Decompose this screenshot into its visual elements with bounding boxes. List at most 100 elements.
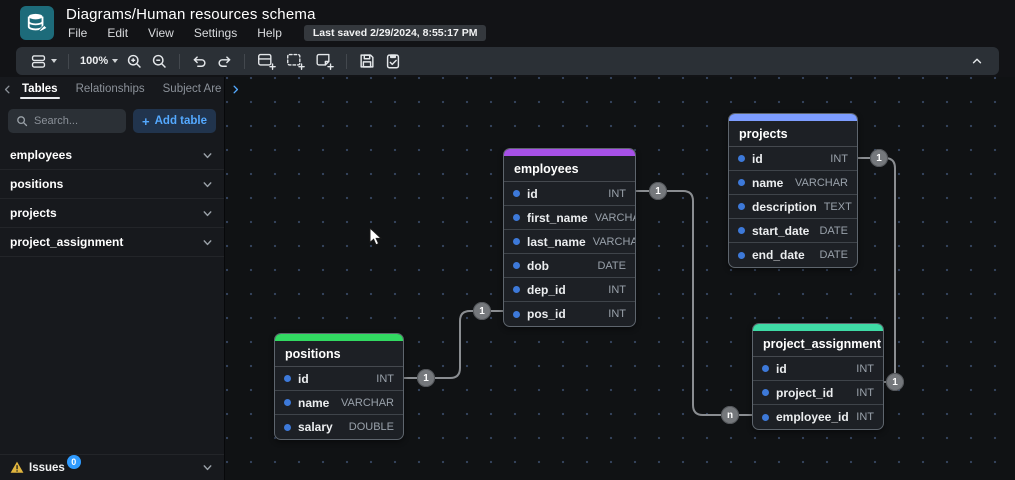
- collapse-header-button[interactable]: [965, 50, 989, 72]
- sidebar-tabbar: Tables Relationships Subject Are: [0, 77, 239, 101]
- add-table-button[interactable]: + Add table: [133, 109, 216, 133]
- chevron-right-icon: [233, 85, 239, 93]
- tabs-scroll-right-button[interactable]: [230, 80, 241, 98]
- field-row[interactable]: name VARCHAR: [729, 171, 857, 195]
- tab-relationships[interactable]: Relationships: [67, 80, 154, 98]
- add-note-icon: [314, 52, 335, 71]
- field-name: id: [298, 371, 309, 386]
- field-type: INT: [856, 411, 874, 423]
- field-type: VARCHAR: [795, 176, 848, 189]
- field-row[interactable]: last_name VARCHAR: [504, 230, 635, 254]
- chevron-down-icon: [203, 239, 212, 245]
- menu-view[interactable]: View: [140, 25, 182, 41]
- table-title: projects: [729, 121, 857, 147]
- field-row[interactable]: id INT: [753, 357, 883, 381]
- todo-list-button[interactable]: [380, 50, 406, 72]
- field-dot-icon: [284, 375, 291, 382]
- table-item-label: project_assignment: [10, 235, 124, 249]
- field-row[interactable]: description TEXT: [729, 195, 857, 219]
- table-card-project-assignment[interactable]: project_assignment id INT project_id INT e…: [752, 323, 884, 430]
- save-floppy-icon: [358, 52, 376, 70]
- field-row[interactable]: id INT: [275, 367, 403, 391]
- field-dot-icon: [513, 310, 520, 318]
- table-card-employees[interactable]: employees id INT first_name VARCHAR last_n…: [503, 148, 636, 327]
- add-table-toolbar-button[interactable]: [252, 50, 281, 72]
- diagram-canvas[interactable]: employees id INT first_name VARCHAR last_n…: [226, 77, 1015, 480]
- toolbar: 100%: [16, 47, 999, 75]
- tab-subject-areas[interactable]: Subject Are: [154, 80, 231, 98]
- menu-help[interactable]: Help: [249, 25, 290, 41]
- field-type: INT: [608, 283, 626, 296]
- zoom-in-button[interactable]: [122, 50, 147, 72]
- menu-edit[interactable]: Edit: [99, 25, 136, 41]
- sidebar: Tables Relationships Subject Are + Add t…: [0, 77, 239, 480]
- field-dot-icon: [738, 155, 745, 162]
- field-type: INT: [830, 152, 848, 165]
- diagram-menu-button[interactable]: [26, 50, 61, 72]
- sidebar-item-project-assignment[interactable]: project_assignment: [0, 228, 224, 257]
- add-subject-area-toolbar-button[interactable]: [281, 50, 310, 72]
- zoom-level-dropdown[interactable]: 100%: [76, 50, 122, 72]
- field-name: project_id: [776, 385, 834, 400]
- table-card-positions[interactable]: positions id INT name VARCHAR salary DOUBLE: [274, 333, 404, 440]
- field-row[interactable]: id INT: [504, 182, 635, 206]
- field-type: INT: [376, 372, 394, 385]
- table-item-label: positions: [10, 177, 64, 191]
- zoom-level-value: 100%: [80, 55, 109, 67]
- field-type: DATE: [819, 224, 848, 237]
- save-button[interactable]: [354, 50, 380, 72]
- field-type: INT: [856, 362, 874, 375]
- add-note-toolbar-button[interactable]: [310, 50, 339, 72]
- table-card-projects[interactable]: projects id INT name VARCHAR description TE…: [728, 113, 858, 268]
- field-row[interactable]: dep_id INT: [504, 278, 635, 302]
- field-row[interactable]: employee_id INT: [753, 405, 883, 429]
- field-row[interactable]: project_id INT: [753, 381, 883, 405]
- layout-list-icon: [30, 53, 47, 70]
- issues-count-badge: 0: [66, 455, 81, 469]
- issues-panel-toggle[interactable]: Issues 0: [0, 454, 224, 480]
- zoom-in-icon: [126, 53, 143, 70]
- field-name: last_name: [527, 234, 586, 249]
- sidebar-item-employees[interactable]: employees: [0, 141, 224, 170]
- menu-settings[interactable]: Settings: [186, 25, 245, 41]
- field-name: id: [752, 151, 763, 166]
- plus-icon: +: [142, 113, 150, 129]
- cardinality-badge: 1: [886, 373, 904, 391]
- add-table-icon: [256, 52, 277, 71]
- field-row[interactable]: name VARCHAR: [275, 391, 403, 415]
- field-type: VARCHAR: [592, 235, 635, 248]
- field-name: id: [527, 186, 538, 201]
- tab-tables[interactable]: Tables: [13, 80, 67, 99]
- chevron-down-icon: [201, 461, 214, 474]
- relationship-line-positions-employees[interactable]: [404, 310, 503, 379]
- field-row[interactable]: pos_id INT: [504, 302, 635, 326]
- redo-button[interactable]: [212, 50, 237, 72]
- table-item-label: projects: [10, 206, 57, 220]
- zoom-out-button[interactable]: [147, 50, 172, 72]
- field-row[interactable]: end_date DATE: [729, 243, 857, 267]
- field-dot-icon: [762, 413, 769, 421]
- cardinality-badge: 1: [417, 369, 435, 387]
- field-row[interactable]: id INT: [729, 147, 857, 171]
- table-accent-strip: [275, 334, 403, 341]
- add-subject-area-icon: [285, 52, 306, 71]
- field-dot-icon: [738, 227, 745, 234]
- field-row[interactable]: first_name VARCHAR: [504, 206, 635, 230]
- table-accent-strip: [729, 114, 857, 121]
- sidebar-table-list: employees positions projects project_ass…: [0, 141, 224, 257]
- tabs-scroll-left-button[interactable]: [2, 80, 13, 98]
- field-row[interactable]: start_date DATE: [729, 219, 857, 243]
- field-row[interactable]: dob DATE: [504, 254, 635, 278]
- field-type: DATE: [819, 249, 848, 261]
- search-input[interactable]: [34, 115, 119, 127]
- field-dot-icon: [513, 190, 520, 197]
- menu-file[interactable]: File: [60, 25, 95, 41]
- chevron-down-icon: [51, 59, 57, 63]
- chevron-left-icon: [4, 85, 10, 93]
- undo-button[interactable]: [187, 50, 212, 72]
- sidebar-item-projects[interactable]: projects: [0, 199, 224, 228]
- toolbar-divider: [244, 53, 246, 69]
- sidebar-item-positions[interactable]: positions: [0, 170, 224, 199]
- cardinality-badge: 1: [473, 302, 491, 320]
- field-row[interactable]: salary DOUBLE: [275, 415, 403, 439]
